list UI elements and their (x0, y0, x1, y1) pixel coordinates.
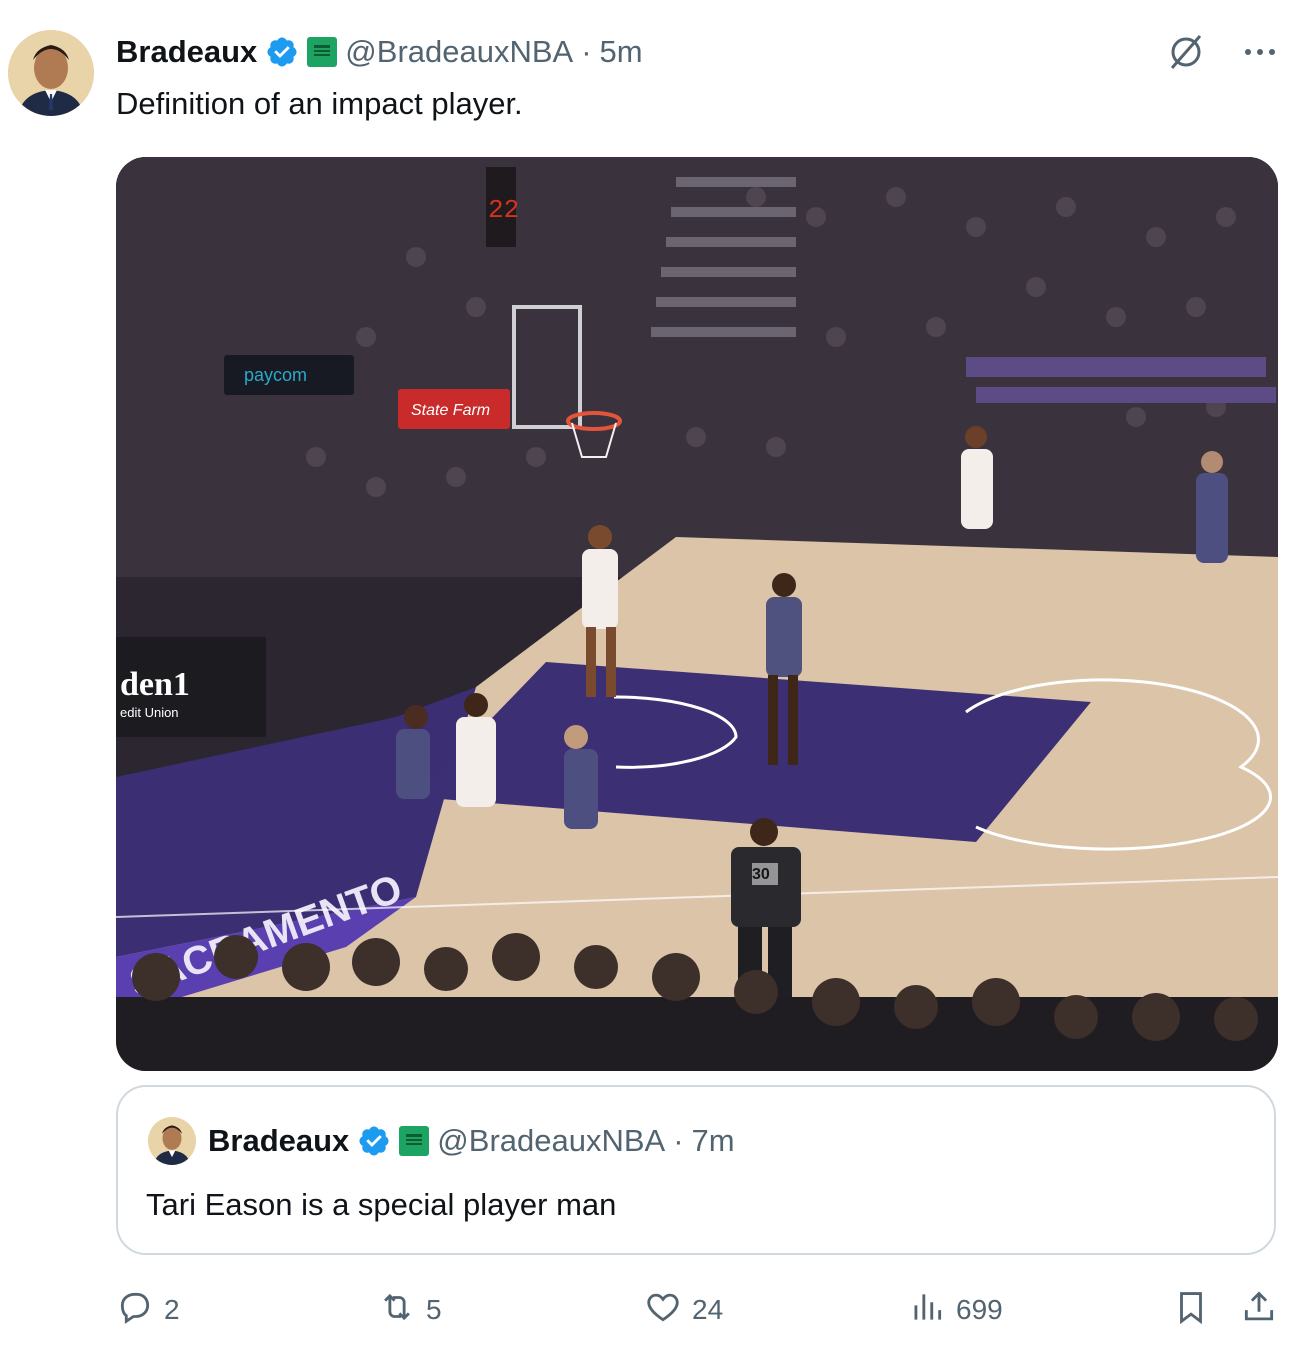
affiliate-badge-icon[interactable] (307, 37, 338, 67)
sponsor-statefarm: State Farm (411, 402, 490, 419)
affiliate-badge-icon (399, 1126, 430, 1156)
tweet-text: Definition of an impact player. (116, 86, 523, 121)
quoted-header: Bradeaux @BradeauxNBA · 7m (208, 1119, 735, 1163)
views-button[interactable]: 699 (908, 1284, 1003, 1336)
reply-button[interactable]: 2 (116, 1284, 180, 1336)
verified-badge-icon (357, 1124, 391, 1158)
arena-sign-sub: edit Union (120, 705, 179, 720)
repost-button[interactable]: 5 (378, 1284, 442, 1336)
quoted-text: Tari Eason is a special player man (146, 1187, 617, 1222)
author-avatar[interactable] (8, 30, 94, 116)
grok-icon[interactable] (1166, 32, 1206, 72)
arena-sign: den1 (120, 666, 190, 703)
quoted-author-name: Bradeaux (208, 1123, 350, 1158)
more-icon[interactable] (1240, 32, 1280, 72)
views-count: 699 (956, 1294, 1003, 1325)
tweet-header: Bradeaux @BradeauxNBA · 5m (116, 30, 643, 74)
author-name[interactable]: Bradeaux (116, 34, 257, 70)
referee-number: 30 (752, 866, 770, 883)
tweet-time[interactable]: 5m (600, 34, 643, 70)
reply-count: 2 (164, 1294, 180, 1325)
sponsor-paycom: paycom (244, 365, 307, 385)
action-bar: 2 5 24 699 (0, 1284, 1310, 1336)
like-button[interactable]: 24 (644, 1284, 723, 1336)
bookmark-button[interactable] (1172, 1284, 1210, 1336)
quoted-handle: @BradeauxNBA (437, 1123, 666, 1158)
top-actions (1166, 32, 1280, 72)
quoted-author-avatar[interactable] (148, 1117, 196, 1165)
author-handle[interactable]: @BradeauxNBA (345, 34, 573, 70)
like-count: 24 (692, 1294, 724, 1325)
views-icon (908, 1288, 946, 1333)
quoted-time: 7m (691, 1123, 735, 1158)
verified-badge-icon[interactable] (265, 35, 299, 69)
separator-dot: · (673, 1123, 684, 1158)
separator-dot: · (581, 34, 592, 69)
bookmark-icon (1172, 1288, 1210, 1333)
shot-clock-text: 22 (488, 195, 519, 225)
repost-count: 5 (426, 1294, 442, 1325)
like-icon (644, 1288, 682, 1333)
reply-icon (116, 1288, 154, 1333)
share-icon (1240, 1288, 1278, 1333)
quoted-tweet[interactable]: Bradeaux @BradeauxNBA · 7m Tari Eason is… (116, 1085, 1276, 1255)
repost-icon (378, 1288, 416, 1333)
tweet-media[interactable]: 22 paycom State Farm SACRAMENTO den1 edi… (116, 157, 1278, 1071)
share-button[interactable] (1240, 1284, 1278, 1336)
